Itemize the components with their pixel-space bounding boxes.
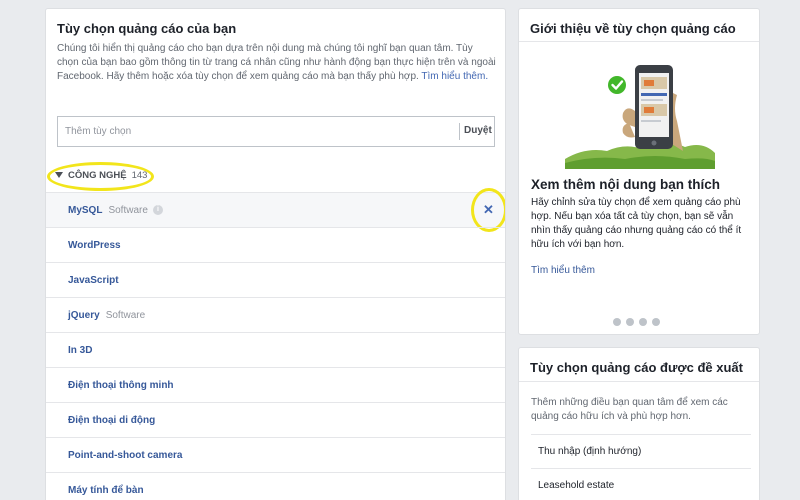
preference-subtype: Software (105, 309, 146, 321)
preference-name: In 3D (68, 344, 93, 356)
learn-more-link[interactable]: Tìm hiểu thêm. (421, 71, 488, 82)
ad-preferences-panel: Tùy chọn quảng cáo của bạn Chúng tôi hiể… (45, 8, 506, 500)
intro-heading: Xem thêm nội dung bạn thích (531, 177, 720, 192)
category-name: CÔNG NGHỆ (68, 169, 127, 181)
intro-learn-more-link[interactable]: Tìm hiểu thêm (531, 265, 595, 276)
suggested-title: Tùy chọn quảng cáo được đề xuất (530, 360, 743, 375)
add-preference-box: Duyệt (57, 116, 495, 147)
preference-item-desktop[interactable]: Máy tính để bàn (46, 472, 505, 500)
suggested-list: Thu nhập (định hướng) Leasehold estate (531, 434, 751, 500)
intro-panel: Giới thiệu về tùy chọn quảng cáo Xem thê… (518, 8, 760, 335)
preference-item-javascript[interactable]: JavaScript (46, 262, 505, 297)
carousel-dots (613, 318, 660, 326)
panel-description: Chúng tôi hiển thị quảng cáo cho bạn dựa… (57, 42, 497, 84)
carousel-dot-1[interactable] (613, 318, 621, 326)
carousel-dot-3[interactable] (639, 318, 647, 326)
preference-item-wordpress[interactable]: WordPress (46, 227, 505, 262)
preference-item-jquery[interactable]: jQuery Software (46, 297, 505, 332)
preference-name: Máy tính để bàn (68, 484, 144, 496)
divider (459, 123, 460, 140)
suggested-preferences-panel: Tùy chọn quảng cáo được đề xuất Thêm nhữ… (518, 347, 760, 500)
preference-list: MySQL Software i ✕ WordPress JavaScript … (46, 188, 505, 500)
carousel-dot-2[interactable] (626, 318, 634, 326)
browse-button[interactable]: Duyệt (464, 125, 492, 136)
preference-item-smartphone[interactable]: Điện thoại thông minh (46, 367, 505, 402)
preference-name: jQuery (68, 309, 100, 321)
intro-title: Giới thiệu về tùy chọn quảng cáo (530, 21, 736, 36)
suggested-description: Thêm những điều bạn quan tâm để xem các … (531, 397, 728, 422)
info-icon[interactable]: i (152, 205, 163, 215)
preference-item-mysql[interactable]: MySQL Software i ✕ (46, 188, 505, 232)
preference-name: Điện thoại thông minh (68, 379, 174, 391)
remove-icon[interactable]: ✕ (483, 203, 494, 217)
preference-name: Point-and-shoot camera (68, 449, 183, 461)
suggested-header: Tùy chọn quảng cáo được đề xuất (519, 348, 759, 382)
category-count: 143 (131, 169, 148, 181)
intro-header: Giới thiệu về tùy chọn quảng cáo (519, 9, 759, 42)
intro-body: Hãy chỉnh sửa tùy chọn để xem quảng cáo … (531, 197, 742, 250)
carousel-dot-4[interactable] (652, 318, 660, 326)
preference-name: MySQL (68, 204, 103, 216)
suggested-item-leasehold[interactable]: Leasehold estate (531, 468, 751, 500)
preference-name: JavaScript (68, 274, 119, 286)
preference-item-camera[interactable]: Point-and-shoot camera (46, 437, 505, 472)
preference-item-mobile-phone[interactable]: Điện thoại di động (46, 402, 505, 437)
suggested-item-income[interactable]: Thu nhập (định hướng) (531, 434, 751, 468)
add-preference-input[interactable] (58, 117, 458, 146)
preference-subtype: Software (108, 204, 148, 216)
preference-item-3d-printing[interactable]: In 3D (46, 332, 505, 367)
panel-title: Tùy chọn quảng cáo của bạn (57, 21, 237, 36)
preference-name: WordPress (68, 239, 121, 251)
category-header[interactable]: CÔNG NGHỆ 143 (55, 168, 147, 182)
collapse-triangle-icon (55, 172, 63, 178)
preference-name: Điện thoại di động (68, 414, 156, 426)
phone-illustration (565, 65, 715, 169)
